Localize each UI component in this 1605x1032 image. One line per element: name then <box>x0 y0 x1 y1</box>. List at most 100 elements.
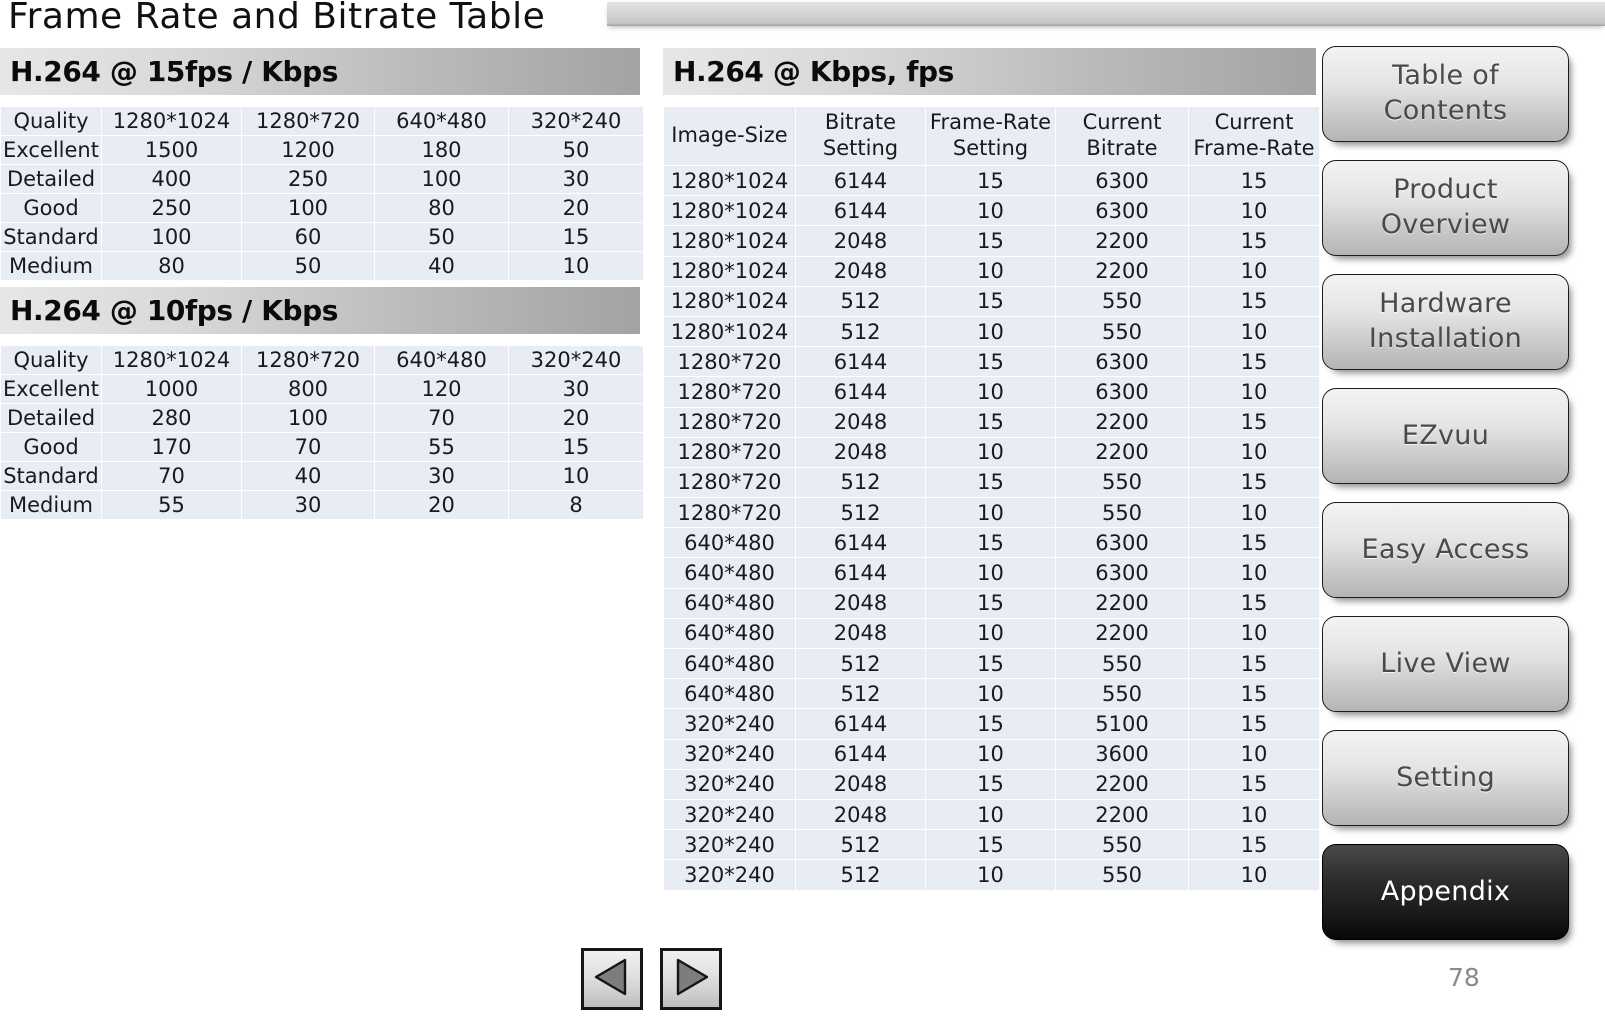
table-cell: 1280*720 <box>664 347 795 377</box>
previous-page-button[interactable] <box>581 948 643 1010</box>
col-header: Quality <box>1 346 101 374</box>
slide-canvas: Frame Rate and Bitrate Table H.264 @ 15f… <box>0 0 1605 1032</box>
table-row: Standard 70 40 30 10 <box>1 462 643 490</box>
table-cell: Detailed <box>1 165 101 193</box>
table-cell: 6300 <box>1056 196 1188 226</box>
table-cell: 1200 <box>242 136 374 164</box>
table-row: 640*480 6144 10 6300 10 <box>664 558 1319 588</box>
table-cell: 30 <box>509 165 643 193</box>
table-cell: 6300 <box>1056 377 1188 407</box>
sidebar-item-label: Hardware Installation <box>1368 288 1523 354</box>
table-cell: 1280*1024 <box>664 256 795 286</box>
top-decor-bar <box>607 2 1605 26</box>
table-header-row: Quality 1280*1024 1280*720 640*480 320*2… <box>1 346 643 374</box>
table-cell: 1280*720 <box>664 467 795 498</box>
sidebar-item-easy-access[interactable]: Easy Access <box>1322 502 1569 598</box>
table-cell: 15 <box>1189 528 1319 558</box>
banner-10fps-label: H.264 @ 10fps / Kbps <box>10 294 339 327</box>
table-row: Excellent 1500 1200 180 50 <box>1 136 643 164</box>
next-page-button[interactable] <box>660 948 722 1010</box>
table-cell: 512 <box>796 498 925 528</box>
banner-kbps-fps-label: H.264 @ Kbps, fps <box>673 55 954 88</box>
table-cell: 550 <box>1056 830 1188 860</box>
table-cell: 10 <box>926 860 1055 890</box>
table-cell: 2048 <box>796 799 925 830</box>
table-row: 1280*720 512 15 550 15 <box>664 467 1319 498</box>
sidebar-item-setting[interactable]: Setting <box>1322 730 1569 826</box>
table-cell: 2048 <box>796 769 925 799</box>
table-row: 1280*1024 2048 15 2200 15 <box>664 226 1319 256</box>
table-cell: 15 <box>1189 467 1319 498</box>
table-cell: 10 <box>926 498 1055 528</box>
table-cell: 1280*1024 <box>664 316 795 347</box>
table-row: 1280*720 2048 15 2200 15 <box>664 407 1319 437</box>
table-cell: Detailed <box>1 404 101 432</box>
table-cell: 10 <box>1189 256 1319 286</box>
table-cell: 6300 <box>1056 558 1188 588</box>
table-row: Good 170 70 55 15 <box>1 433 643 461</box>
table-cell: 15 <box>926 286 1055 316</box>
table-cell: 10 <box>926 316 1055 347</box>
table-cell: 2200 <box>1056 226 1188 256</box>
table-15fps-head: Quality 1280*1024 1280*720 640*480 320*2… <box>1 107 643 135</box>
table-cell: 10 <box>1189 799 1319 830</box>
table-cell: 15 <box>926 649 1055 679</box>
col-header: Quality <box>1 107 101 135</box>
table-cell: 15 <box>509 433 643 461</box>
table-cell: 512 <box>796 467 925 498</box>
table-row: Detailed 400 250 100 30 <box>1 165 643 193</box>
table-cell: 50 <box>509 136 643 164</box>
table-cell: 60 <box>242 223 374 251</box>
table-cell: 15 <box>1189 649 1319 679</box>
sidebar-item-appendix[interactable]: Appendix <box>1322 844 1569 940</box>
col-header: Current Bitrate <box>1056 107 1188 165</box>
table-cell: 550 <box>1056 286 1188 316</box>
sidebar-item-table-of-contents[interactable]: Table of Contents <box>1322 46 1569 142</box>
table-cell: 320*240 <box>664 769 795 799</box>
table-row: 320*240 2048 15 2200 15 <box>664 769 1319 799</box>
table-cell: 400 <box>102 165 241 193</box>
table-row: 640*480 2048 15 2200 15 <box>664 588 1319 618</box>
table-cell: 10 <box>1189 196 1319 226</box>
sidebar-item-live-view[interactable]: Live View <box>1322 616 1569 712</box>
table-cell: Standard <box>1 462 101 490</box>
table-cell: 10 <box>1189 739 1319 769</box>
table-cell: 2200 <box>1056 618 1188 648</box>
col-header: 320*240 <box>509 346 643 374</box>
table-cell: 15 <box>1189 286 1319 316</box>
page-title: Frame Rate and Bitrate Table <box>8 0 546 37</box>
table-cell: 10 <box>1189 377 1319 407</box>
table-row: 640*480 2048 10 2200 10 <box>664 618 1319 648</box>
table-cell: 2048 <box>796 588 925 618</box>
table-cell: 1280*1024 <box>664 286 795 316</box>
sidebar-item-label: Live View <box>1380 647 1511 679</box>
table-kbps-fps-head: Image-Size Bitrate Setting Frame-Rate Se… <box>664 107 1319 165</box>
table-row: 1280*720 2048 10 2200 10 <box>664 437 1319 467</box>
table-cell: 512 <box>796 649 925 679</box>
sidebar-item-hardware-installation[interactable]: Hardware Installation <box>1322 274 1569 370</box>
table-cell: 6144 <box>796 558 925 588</box>
col-header: 1280*720 <box>242 346 374 374</box>
table-row: 1280*720 6144 10 6300 10 <box>664 377 1319 407</box>
table-cell: 8 <box>509 491 643 519</box>
table-cell: 15 <box>926 528 1055 558</box>
table-cell: 20 <box>509 404 643 432</box>
sidebar-item-product-overview[interactable]: Product Overview <box>1322 160 1569 256</box>
table-cell: 512 <box>796 679 925 709</box>
table-cell: 320*240 <box>664 799 795 830</box>
table-cell: 15 <box>926 467 1055 498</box>
table-cell: 550 <box>1056 679 1188 709</box>
table-row: 1280*720 512 10 550 10 <box>664 498 1319 528</box>
table-cell: 6144 <box>796 739 925 769</box>
table-cell: 10 <box>926 256 1055 286</box>
table-cell: 10 <box>1189 316 1319 347</box>
sidebar-item-ezvuu[interactable]: EZvuu <box>1322 388 1569 484</box>
table-cell: 15 <box>926 769 1055 799</box>
table-cell: 30 <box>375 462 508 490</box>
table-row: 320*240 512 10 550 10 <box>664 860 1319 890</box>
table-cell: 6300 <box>1056 528 1188 558</box>
table-cell: 70 <box>102 462 241 490</box>
table-cell: 6144 <box>796 709 925 739</box>
table-cell: 5100 <box>1056 709 1188 739</box>
table-cell: 100 <box>242 404 374 432</box>
